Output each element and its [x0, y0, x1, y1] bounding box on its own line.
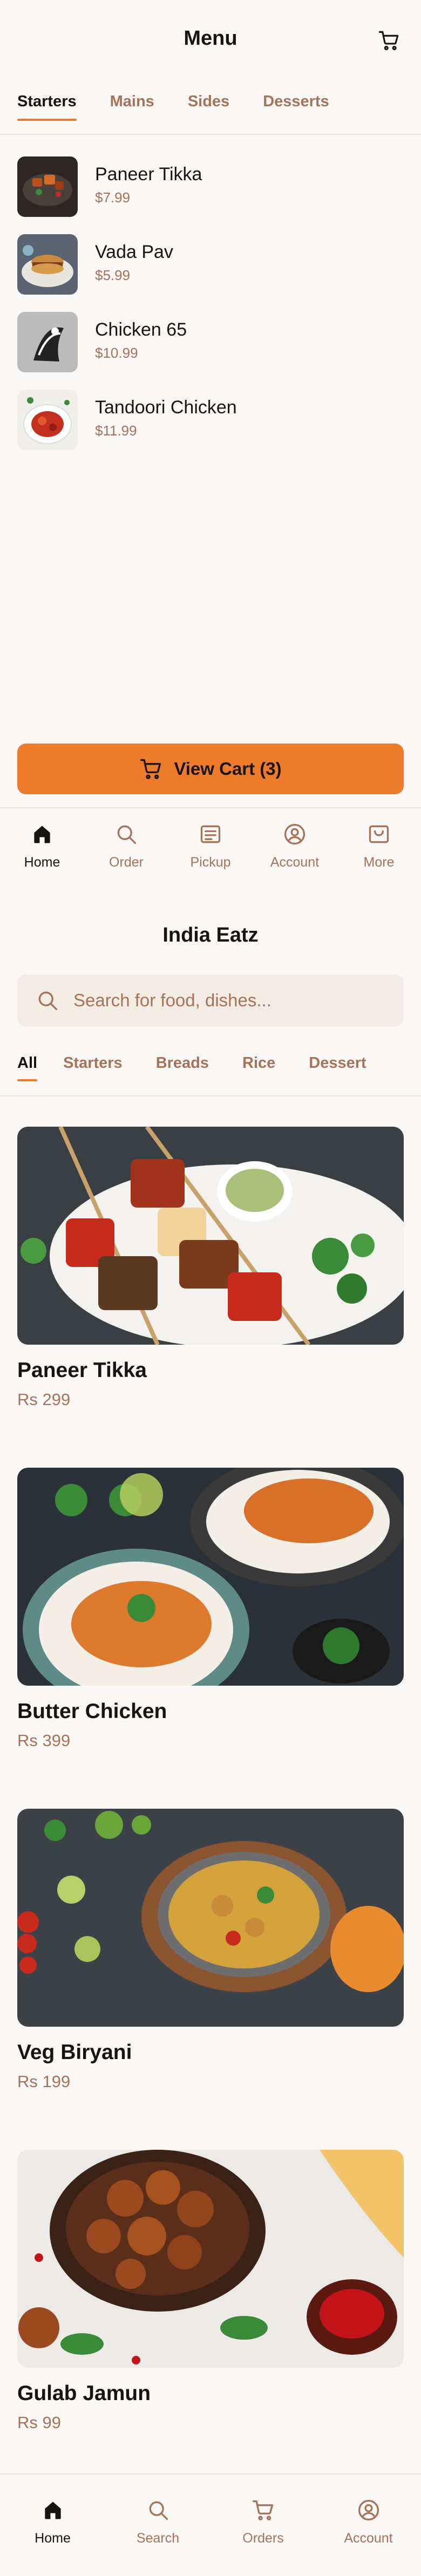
dish-card[interactable]: Paneer Tikka Rs 299 [17, 1127, 404, 1468]
nav-label: Pickup [190, 855, 231, 870]
tab-sides[interactable]: Sides [188, 93, 229, 120]
food-thumbnail [17, 156, 78, 217]
nav-more[interactable]: More [337, 822, 421, 870]
nav-account[interactable]: Account [316, 2498, 421, 2546]
tab-breads[interactable]: Breads [156, 1054, 209, 1072]
dish-card[interactable]: Butter Chicken Rs 399 [17, 1468, 404, 1809]
bottom-nav-secondary: Home Search Orders Account [0, 2498, 421, 2546]
search-bar[interactable] [17, 974, 404, 1026]
list-item[interactable]: Paneer Tikka $7.99 [17, 156, 404, 234]
search-icon [149, 2501, 168, 2520]
nav-home[interactable]: Home [0, 822, 84, 870]
item-name: Vada Pav [95, 242, 173, 262]
home-icon [34, 826, 50, 843]
nav-label: More [363, 855, 395, 870]
view-cart-label: View Cart (3) [174, 759, 282, 779]
tab-desserts[interactable]: Desserts [263, 93, 329, 120]
tab-dessert[interactable]: Dessert [309, 1054, 366, 1072]
food-thumbnail [17, 390, 78, 450]
food-thumbnail [17, 312, 78, 372]
nav-orders[interactable]: Orders [210, 2498, 316, 2546]
dish-price: Rs 399 [17, 1731, 71, 1750]
menu-header: Menu [0, 0, 421, 81]
nav-label: Home [24, 855, 60, 870]
tab-all[interactable]: All [17, 1054, 38, 1081]
user-icon [358, 2499, 379, 2521]
item-price: $7.99 [95, 189, 131, 206]
nav-label: Home [35, 2531, 71, 2546]
nav-pickup[interactable]: Pickup [168, 822, 253, 870]
box-icon [369, 825, 389, 843]
bottom-nav-primary: Home Order Pickup Account More [0, 822, 421, 870]
list-item[interactable]: Chicken 65 $10.99 [17, 312, 404, 390]
dish-card[interactable]: Gulab Jamun Rs 99 [17, 2150, 404, 2491]
tab-mains[interactable]: Mains [110, 93, 154, 120]
dish-image [17, 1468, 404, 1686]
nav-label: Search [136, 2531, 180, 2546]
tab-starters[interactable]: Starters [63, 1054, 123, 1072]
dish-price: Rs 299 [17, 1390, 71, 1409]
tab-divider [0, 134, 421, 135]
nav-account[interactable]: Account [253, 822, 337, 870]
item-price: $10.99 [95, 345, 138, 361]
cart-icon [252, 2500, 273, 2520]
nav-label: Account [344, 2531, 393, 2546]
search-icon [38, 991, 58, 1011]
cart-icon [140, 759, 161, 779]
item-name: Chicken 65 [95, 319, 187, 340]
nav-label: Order [109, 855, 144, 870]
tab-divider [0, 1095, 421, 1096]
nav-divider [0, 2473, 421, 2475]
receipt-icon [200, 825, 221, 843]
nav-label: Orders [242, 2531, 284, 2546]
item-price: $5.99 [95, 267, 131, 283]
dish-name: Gulab Jamun [17, 2382, 151, 2405]
item-name: Paneer Tikka [95, 164, 202, 185]
dish-price: Rs 199 [17, 2072, 71, 2091]
restaurant-category-tabs: All Starters Breads Rice Dessert [17, 1054, 400, 1081]
list-item[interactable]: Vada Pav $5.99 [17, 234, 404, 312]
dish-image [17, 1127, 404, 1345]
dish-price: Rs 99 [17, 2413, 61, 2432]
dish-card[interactable]: Veg Biryani Rs 199 [17, 1809, 404, 2150]
user-icon [284, 823, 305, 845]
restaurant-title: India Eatz [162, 924, 259, 946]
tab-rice[interactable]: Rice [242, 1054, 275, 1072]
page-title: Menu [184, 27, 237, 50]
tab-starters[interactable]: Starters [17, 93, 77, 121]
search-icon [117, 825, 137, 844]
dish-image [17, 1809, 404, 2027]
nav-home[interactable]: Home [0, 2498, 105, 2546]
dish-image [17, 2150, 404, 2368]
starter-list: Paneer Tikka $7.99 Vada Pav $5.99 Chicke… [17, 156, 404, 467]
dish-name: Butter Chicken [17, 1700, 167, 1723]
dish-list: Paneer Tikka Rs 299 Butter Chicken Rs 39… [17, 1127, 404, 2491]
category-tabs: Starters Mains Sides Desserts [17, 93, 363, 121]
home-icon [44, 2502, 61, 2519]
nav-order[interactable]: Order [84, 822, 168, 870]
item-name: Tandoori Chicken [95, 397, 237, 418]
food-thumbnail [17, 234, 78, 295]
item-price: $11.99 [95, 422, 137, 439]
cart-icon[interactable] [378, 29, 400, 52]
nav-label: Account [270, 855, 320, 870]
list-item[interactable]: Tandoori Chicken $11.99 [17, 390, 404, 467]
nav-search[interactable]: Search [105, 2498, 210, 2546]
dish-name: Veg Biryani [17, 2041, 132, 2064]
view-cart-button[interactable]: View Cart (3) [17, 744, 404, 794]
nav-divider [0, 807, 421, 808]
search-input[interactable] [73, 990, 376, 1011]
dish-name: Paneer Tikka [17, 1359, 147, 1382]
